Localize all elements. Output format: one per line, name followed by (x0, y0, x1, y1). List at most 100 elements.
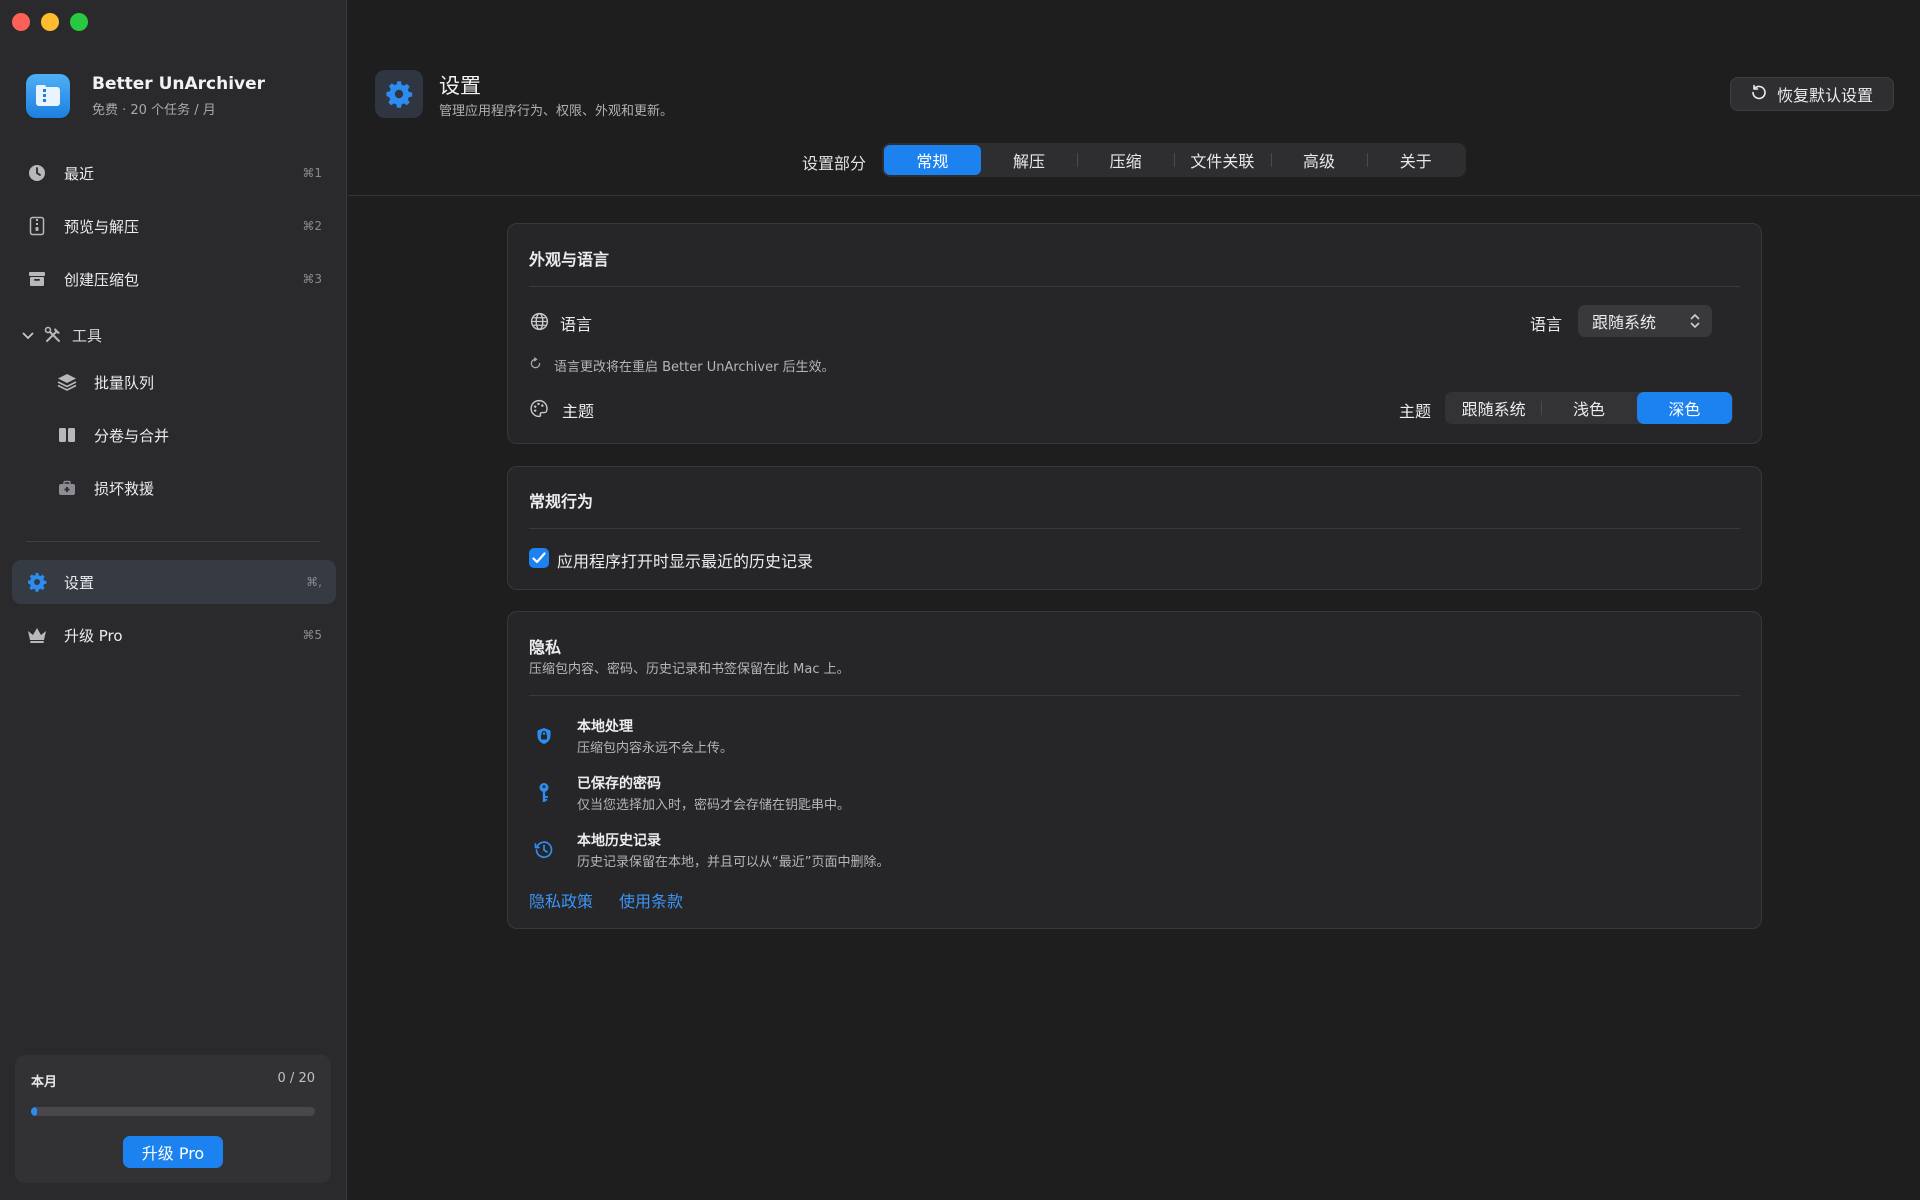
card-separator (529, 286, 1740, 287)
sidebar-item-repair-rescue[interactable]: 损坏救援 (12, 466, 336, 510)
main-header: 设置 管理应用程序行为、权限、外观和更新。 恢复默认设置 设置部分 常规 解压 … (348, 0, 1920, 196)
theme-row-label: 主题 (562, 402, 595, 421)
section-label: 设置部分 (802, 154, 867, 173)
tools-section-toggle[interactable]: 工具 (22, 324, 102, 346)
app-window: Better UnArchiver 免费 · 20 个任务 / 月 最近 ⌘1 … (0, 0, 1920, 1200)
tab-compress[interactable]: 压缩 (1077, 145, 1174, 175)
language-hint-text: 语言更改将在重启 Better UnArchiver 后生效。 (554, 360, 835, 375)
theme-option-system[interactable]: 跟随系统 (1446, 392, 1541, 424)
card-title: 常规行为 (529, 492, 594, 511)
sidebar-item-label: 批量队列 (94, 373, 155, 392)
usage-progress-fill (31, 1107, 37, 1116)
shortcut-label: ⌘5 (302, 628, 322, 642)
sidebar-item-label: 最近 (64, 164, 95, 183)
shortcut-label: ⌘3 (302, 272, 322, 286)
privacy-policy-link[interactable]: 隐私政策 (529, 888, 593, 912)
refresh-icon (529, 357, 542, 374)
card-title: 外观与语言 (529, 250, 610, 269)
upgrade-pro-button[interactable]: 升级 Pro (123, 1136, 223, 1168)
usage-label: 本月 (31, 1075, 58, 1090)
terms-of-use-link[interactable]: 使用条款 (619, 888, 683, 912)
app-name: Better UnArchiver (92, 74, 266, 94)
tools-label: 工具 (72, 326, 103, 345)
privacy-item-title: 本地处理 (577, 719, 633, 735)
appearance-language-card: 外观与语言 语言 语言 跟随系统 语言更改将在重启 Better UnArchi… (507, 223, 1762, 444)
tools-icon (42, 324, 64, 346)
updown-chevron-icon (1690, 312, 1700, 334)
show-history-label[interactable]: 应用程序打开时显示最近的历史记录 (557, 548, 813, 572)
reset-defaults-label: 恢复默认设置 (1776, 86, 1873, 105)
usage-card: 本月 0 / 20 升级 Pro (15, 1055, 331, 1183)
tab-general[interactable]: 常规 (884, 145, 981, 175)
window-controls (12, 13, 88, 31)
show-history-checkbox[interactable] (529, 548, 549, 568)
sidebar-item-batch-queue[interactable]: 批量队列 (12, 360, 336, 404)
privacy-item-desc: 历史记录保留在本地，并且可以从“最近”页面中删除。 (577, 855, 890, 870)
minimize-window-button[interactable] (41, 13, 59, 31)
sidebar-item-label: 分卷与合并 (94, 426, 170, 445)
tab-file-associations[interactable]: 文件关联 (1174, 145, 1271, 175)
archive-zip-icon (26, 215, 48, 237)
sidebar-item-label: 创建压缩包 (64, 270, 140, 289)
sidebar: Better UnArchiver 免费 · 20 个任务 / 月 最近 ⌘1 … (0, 0, 347, 1200)
sidebar-item-settings[interactable]: 设置 ⌘, (12, 560, 336, 604)
theme-option-dark[interactable]: 深色 (1636, 392, 1732, 424)
reset-icon (1751, 84, 1767, 104)
theme-option-light[interactable]: 浅色 (1541, 392, 1636, 424)
sidebar-item-label: 预览与解压 (64, 217, 140, 236)
globe-icon (528, 310, 550, 332)
sidebar-item-recent[interactable]: 最近 ⌘1 (12, 151, 336, 195)
close-window-button[interactable] (12, 13, 30, 31)
settings-header-gear-icon (375, 70, 423, 118)
sidebar-item-split-merge[interactable]: 分卷与合并 (12, 413, 336, 457)
stack-icon (56, 371, 78, 393)
box-icon (26, 268, 48, 290)
app-logo-icon (26, 74, 70, 118)
page-subtitle: 管理应用程序行为、权限、外观和更新。 (439, 104, 674, 119)
sidebar-item-label: 设置 (64, 573, 95, 592)
general-behavior-card: 常规行为 应用程序打开时显示最近的历史记录 (507, 466, 1762, 590)
language-row-label: 语言 (560, 315, 593, 334)
language-select[interactable]: 跟随系统 (1578, 305, 1712, 337)
clock-icon (26, 162, 48, 184)
privacy-item-desc: 压缩包内容永远不会上传。 (577, 741, 734, 756)
privacy-item-title: 本地历史记录 (577, 833, 661, 849)
app-plan: 免费 · 20 个任务 / 月 (92, 103, 216, 118)
sidebar-item-label: 损坏救援 (94, 479, 155, 498)
sidebar-item-label: 升级 Pro (64, 626, 123, 645)
privacy-item-title: 已保存的密码 (577, 776, 661, 792)
shortcut-label: ⌘, (306, 575, 322, 589)
language-hint: 语言更改将在重启 Better UnArchiver 后生效。 (529, 356, 835, 375)
split-icon (56, 424, 78, 446)
sidebar-item-upgrade-pro[interactable]: 升级 Pro ⌘5 (12, 613, 336, 657)
usage-count: 0 / 20 (277, 1071, 315, 1086)
key-icon (529, 778, 559, 808)
sidebar-item-preview-extract[interactable]: 预览与解压 ⌘2 (12, 204, 336, 248)
tab-advanced[interactable]: 高级 (1270, 145, 1368, 175)
privacy-subtitle: 压缩包内容、密码、历史记录和书签保留在此 Mac 上。 (529, 662, 850, 677)
sidebar-item-create-archive[interactable]: 创建压缩包 ⌘3 (12, 257, 336, 301)
settings-section-tabs: 常规 解压 压缩 文件关联 高级 关于 (882, 143, 1466, 177)
gear-icon (26, 571, 48, 593)
privacy-card: 隐私 压缩包内容、密码、历史记录和书签保留在此 Mac 上。 本地处理 压缩包内… (507, 611, 1762, 929)
zoom-window-button[interactable] (70, 13, 88, 31)
privacy-item-desc: 仅当您选择加入时，密码才会存储在钥匙串中。 (577, 798, 851, 813)
chevron-down-icon (22, 326, 36, 344)
tab-about[interactable]: 关于 (1367, 145, 1464, 175)
palette-icon (528, 397, 550, 419)
tab-extract[interactable]: 解压 (981, 145, 1078, 175)
crown-icon (26, 624, 48, 646)
language-field-label: 语言 (1530, 315, 1563, 334)
reset-defaults-button[interactable]: 恢复默认设置 (1730, 77, 1894, 111)
first-aid-icon (56, 477, 78, 499)
shield-icon (529, 721, 559, 751)
card-separator (529, 695, 1740, 696)
page-title: 设置 (439, 74, 481, 98)
usage-progress-bar (31, 1107, 315, 1116)
shortcut-label: ⌘2 (302, 219, 322, 233)
theme-segmented-control: 跟随系统 浅色 深色 (1445, 392, 1733, 424)
theme-field-label: 主题 (1399, 402, 1432, 421)
history-icon (529, 835, 559, 865)
language-select-value: 跟随系统 (1592, 313, 1657, 332)
sidebar-divider (26, 541, 320, 542)
